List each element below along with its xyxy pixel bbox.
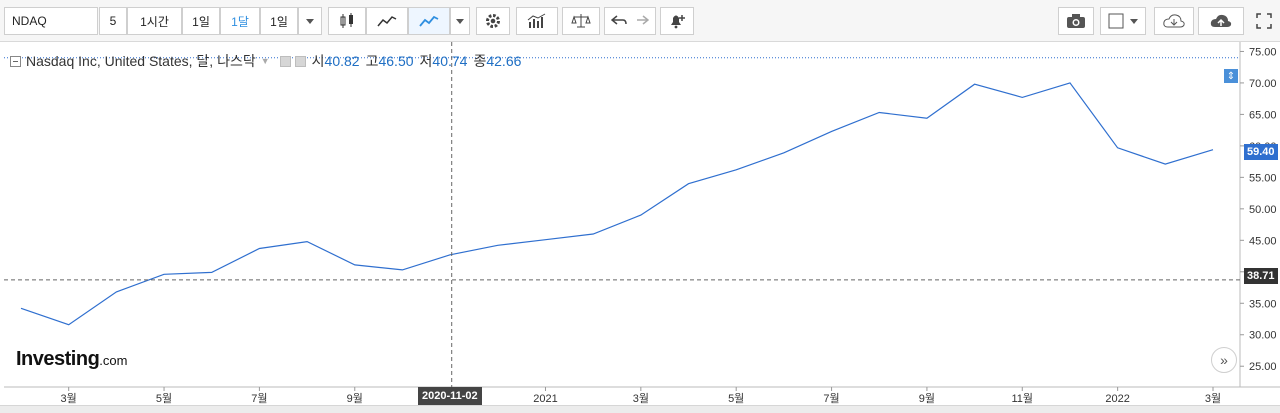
open-value: 40.82 <box>324 53 360 69</box>
undo-icon[interactable] <box>611 14 627 28</box>
y-tick-label: 50.00 <box>1249 204 1277 216</box>
camera-icon <box>1067 14 1085 28</box>
time-axis: 3월 5월 7월 9월 2021 3월 5월 7월 9월 11월 2022 3월 <box>4 386 1280 405</box>
y-tick-label: 55.00 <box>1249 172 1277 184</box>
crosshair <box>4 42 1240 387</box>
collapse-legend-icon[interactable] <box>10 55 21 67</box>
alert-button[interactable] <box>660 7 694 35</box>
crosshair-price-badge: 38.71 <box>1244 268 1278 284</box>
cloud-download-icon <box>1163 14 1185 28</box>
bell-plus-icon <box>671 15 685 29</box>
screenshot-button[interactable] <box>1058 7 1094 35</box>
x-tick-label: 2022 <box>1105 393 1129 405</box>
scroll-to-realtime-button[interactable]: » <box>1211 347 1237 373</box>
x-tick-label: 5월 <box>156 392 172 405</box>
redo-icon[interactable] <box>633 14 649 28</box>
x-tick-label: 9월 <box>347 392 363 405</box>
investing-logo: Investing .com <box>16 348 128 370</box>
scale-icon <box>571 14 591 28</box>
symbol-input[interactable]: NDAQ <box>4 7 98 35</box>
compare-button[interactable] <box>562 7 600 35</box>
chart-legend: Nasdaq Inc, United States, 달, 나스닥 ▼ 시 40.… <box>10 51 521 71</box>
open-label: 시 <box>311 53 325 69</box>
interval-5-button[interactable]: 5 <box>99 7 127 35</box>
indicators-icon <box>527 13 546 28</box>
layout-button[interactable] <box>1100 7 1146 35</box>
undo-redo-group <box>604 7 656 35</box>
candlestick-button[interactable] <box>328 7 366 35</box>
gear-icon <box>486 14 500 28</box>
settings-button[interactable] <box>476 7 510 35</box>
square-icon <box>1108 13 1124 29</box>
crosshair-date-badge: 2020-11-02 <box>418 387 482 405</box>
price-chart[interactable]: 75.0070.0065.0060.0055.0050.0045.0040.00… <box>0 42 1280 413</box>
x-tick-label: 7월 <box>823 392 839 405</box>
last-price-badge: 59.40 <box>1244 144 1278 160</box>
price-series-line <box>20 82 1214 326</box>
expand-icon <box>1256 13 1272 29</box>
price-line <box>20 82 1214 326</box>
y-tick-label: 25.00 <box>1249 361 1277 373</box>
x-tick-label: 9월 <box>919 392 935 405</box>
chart-area[interactable]: 75.0070.0065.0060.0055.0050.0045.0040.00… <box>0 42 1280 413</box>
chevron-down-icon <box>456 18 464 24</box>
cloud-save-button[interactable] <box>1198 7 1244 35</box>
indicators-button[interactable] <box>516 7 558 35</box>
interval-select[interactable]: 1일 <box>260 7 298 35</box>
chevron-down-icon <box>1130 18 1138 24</box>
legend-settings-icon[interactable] <box>279 55 291 67</box>
low-value: 40.74 <box>432 53 468 69</box>
chevron-down-icon[interactable]: ▼ <box>261 56 270 66</box>
close-label: 종 <box>473 53 487 69</box>
line-chart-icon <box>419 15 439 27</box>
candlestick-icon <box>340 13 353 28</box>
cloud-load-button[interactable] <box>1154 7 1194 35</box>
chart-toolbar: NDAQ 5 1시간 1일 1달 1일 <box>0 0 1280 42</box>
close-value: 42.66 <box>486 53 522 69</box>
y-tick-label: 35.00 <box>1249 298 1277 310</box>
axis-scale-icon[interactable]: ⇕ <box>1224 69 1238 83</box>
chevron-down-icon <box>306 18 314 24</box>
x-tick-label: 11월 <box>1012 392 1034 405</box>
y-tick-label: 70.00 <box>1249 78 1277 90</box>
high-value: 46.50 <box>378 53 414 69</box>
interval-1month-button[interactable]: 1달 <box>220 7 260 35</box>
high-label: 고 <box>365 53 379 69</box>
chart-type-dropdown[interactable] <box>450 7 470 35</box>
y-tick-label: 45.00 <box>1249 235 1277 247</box>
area-chart-button[interactable] <box>366 7 408 35</box>
instrument-title: Nasdaq Inc, United States, 달, 나스닥 <box>26 53 256 69</box>
x-tick-label: 7월 <box>251 392 267 405</box>
y-tick-label: 65.00 <box>1249 109 1277 121</box>
line-chart-button[interactable] <box>408 7 450 35</box>
fullscreen-button[interactable] <box>1250 7 1278 35</box>
x-tick-label: 2021 <box>533 393 557 405</box>
legend-hide-icon[interactable] <box>294 55 306 67</box>
y-tick-label: 75.00 <box>1249 46 1277 58</box>
area-chart-icon <box>377 16 397 27</box>
double-chevron-right-icon: » <box>1220 352 1228 368</box>
y-tick-label: 30.00 <box>1249 330 1277 342</box>
interval-1d-button[interactable]: 1일 <box>182 7 220 35</box>
x-tick-label: 5월 <box>728 392 744 405</box>
bottom-range-bar <box>0 405 1280 413</box>
price-axis: 75.0070.0065.0060.0055.0050.0045.0040.00… <box>1239 42 1277 387</box>
low-label: 저 <box>419 53 433 69</box>
x-tick-label: 3월 <box>1205 392 1221 405</box>
x-tick-label: 3월 <box>633 392 649 405</box>
cloud-upload-icon <box>1210 14 1232 27</box>
x-tick-label: 3월 <box>61 392 77 405</box>
interval-dropdown-button[interactable] <box>298 7 322 35</box>
interval-1h-button[interactable]: 1시간 <box>127 7 182 35</box>
